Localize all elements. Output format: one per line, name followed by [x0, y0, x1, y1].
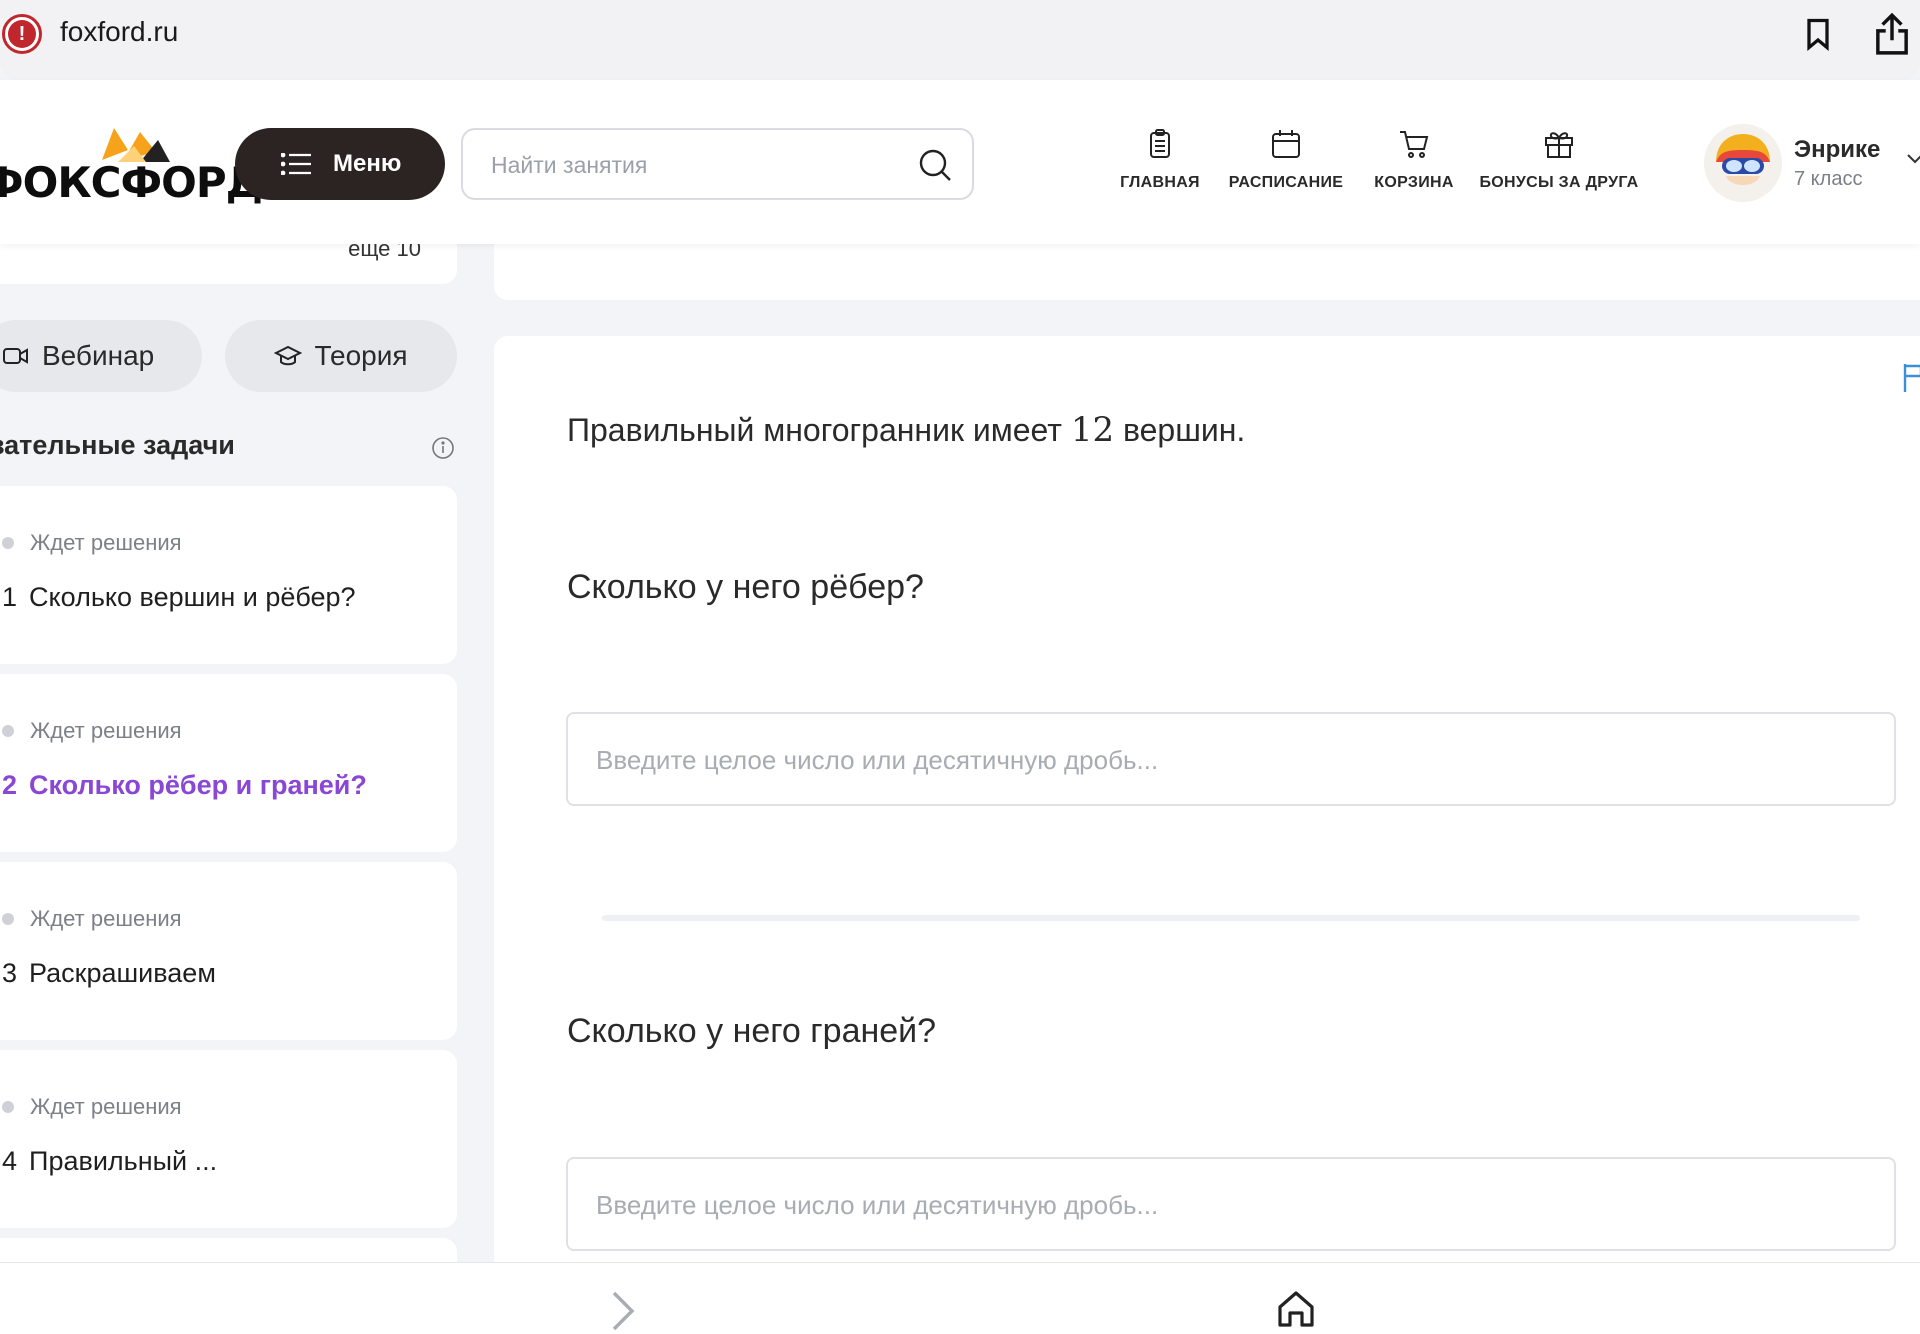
search-input[interactable]	[491, 148, 891, 182]
logo-wordmark: ФОКСФОРД	[0, 158, 263, 207]
share-icon[interactable]	[1872, 12, 1912, 56]
home-icon[interactable]	[1276, 1289, 1316, 1329]
task-title[interactable]: 4 Правильный ...	[2, 1146, 217, 1177]
task-status: Ждет решения	[0, 906, 182, 932]
divider	[602, 915, 1860, 921]
task-status: Ждет решения	[0, 718, 182, 744]
nav-label: КОРЗИНА	[1374, 174, 1454, 191]
answer-input-edges[interactable]	[596, 742, 1796, 778]
question-faces: Сколько у него граней?	[567, 1012, 937, 1050]
user-grade: 7 класс	[1794, 168, 1863, 190]
task-title[interactable]: 1 Сколько вершин и рёбер?	[2, 582, 356, 613]
foxford-logo[interactable]: ФОКСФОРД	[0, 128, 263, 208]
nav-cart[interactable]: КОРЗИНА	[1372, 128, 1456, 208]
status-dot	[2, 725, 14, 737]
nav-label: РАСПИСАНИЕ	[1228, 174, 1344, 191]
address-domain[interactable]: foxford.ru	[60, 16, 178, 48]
status-dot	[2, 1101, 14, 1113]
video-camera-icon	[3, 348, 28, 364]
task-title[interactable]: 3 Раскрашиваем	[2, 958, 216, 989]
lesson-header-card	[494, 236, 1920, 300]
list-menu-icon	[281, 153, 311, 175]
nav-label: ГЛАВНАЯ	[1120, 174, 1200, 191]
answer-field-faces[interactable]	[566, 1157, 1896, 1251]
statement-number: 12	[1070, 410, 1115, 450]
task-card-1[interactable]: Ждет решения 1 Сколько вершин и рёбер?	[0, 486, 457, 664]
nav-schedule[interactable]: РАСПИСАНИЕ	[1228, 128, 1344, 208]
warning-glyph: !	[8, 20, 36, 48]
fox-avatar-icon	[1704, 124, 1782, 202]
question-edges: Сколько у него рёбер?	[567, 568, 924, 606]
user-name[interactable]: Энрике	[1794, 136, 1880, 164]
task-card-2[interactable]: Ждет решения 2 Сколько рёбер и граней?	[0, 674, 457, 852]
task-card-4[interactable]: Ждет решения 4 Правильный ...	[0, 1050, 457, 1228]
graduation-cap-icon	[274, 345, 303, 366]
problem-statement: Правильный многогранник имеет 12 вершин.	[567, 410, 1246, 450]
cart-icon	[1400, 131, 1429, 158]
menu-label: Меню	[333, 150, 402, 177]
calendar-icon	[1272, 130, 1300, 158]
security-warning-icon[interactable]: !	[2, 14, 42, 54]
site-header: ФОКСФОРД Меню ГЛАВНАЯ РАСПИСАНИЕ КОРЗИНА…	[0, 80, 1920, 244]
status-dot	[2, 913, 14, 925]
gift-icon	[1545, 132, 1573, 158]
chevron-down-icon[interactable]	[1906, 150, 1920, 168]
section-title: Обязательные задачи	[0, 430, 235, 460]
flag-icon[interactable]	[1902, 362, 1920, 394]
menu-button[interactable]: Меню	[235, 128, 445, 200]
webinar-label: Вебинар	[42, 340, 155, 371]
clipboard-icon	[1150, 129, 1170, 158]
task-status: Ждет решения	[0, 530, 182, 556]
answer-input-faces[interactable]	[596, 1187, 1796, 1223]
task-status: Ждет решения	[0, 1094, 182, 1120]
status-dot	[2, 537, 14, 549]
search-box[interactable]	[461, 128, 974, 200]
nav-label: БОНУСЫ ЗА ДРУГА	[1479, 174, 1639, 191]
search-icon[interactable]	[918, 148, 952, 182]
webinar-button[interactable]: Вебинар	[0, 320, 202, 392]
forward-icon[interactable]	[606, 1289, 640, 1333]
nav-home[interactable]: ГЛАВНАЯ	[1120, 128, 1200, 208]
answer-field-edges[interactable]	[566, 712, 1896, 806]
avatar[interactable]	[1704, 124, 1782, 202]
task-title[interactable]: 2 Сколько рёбер и граней?	[2, 770, 367, 801]
theory-button[interactable]: Теория	[225, 320, 457, 392]
task-card-3[interactable]: Ждет решения 3 Раскрашиваем	[0, 862, 457, 1040]
nav-bonus[interactable]: БОНУСЫ ЗА ДРУГА	[1479, 128, 1638, 208]
bookmark-icon[interactable]	[1800, 16, 1836, 52]
browser-address-bar[interactable]: ! foxford.ru	[0, 0, 1920, 80]
theory-label: Теория	[314, 340, 408, 371]
browser-toolbar	[0, 1262, 1920, 1334]
info-icon[interactable]	[431, 436, 455, 460]
fox-logo-icon	[102, 128, 170, 162]
